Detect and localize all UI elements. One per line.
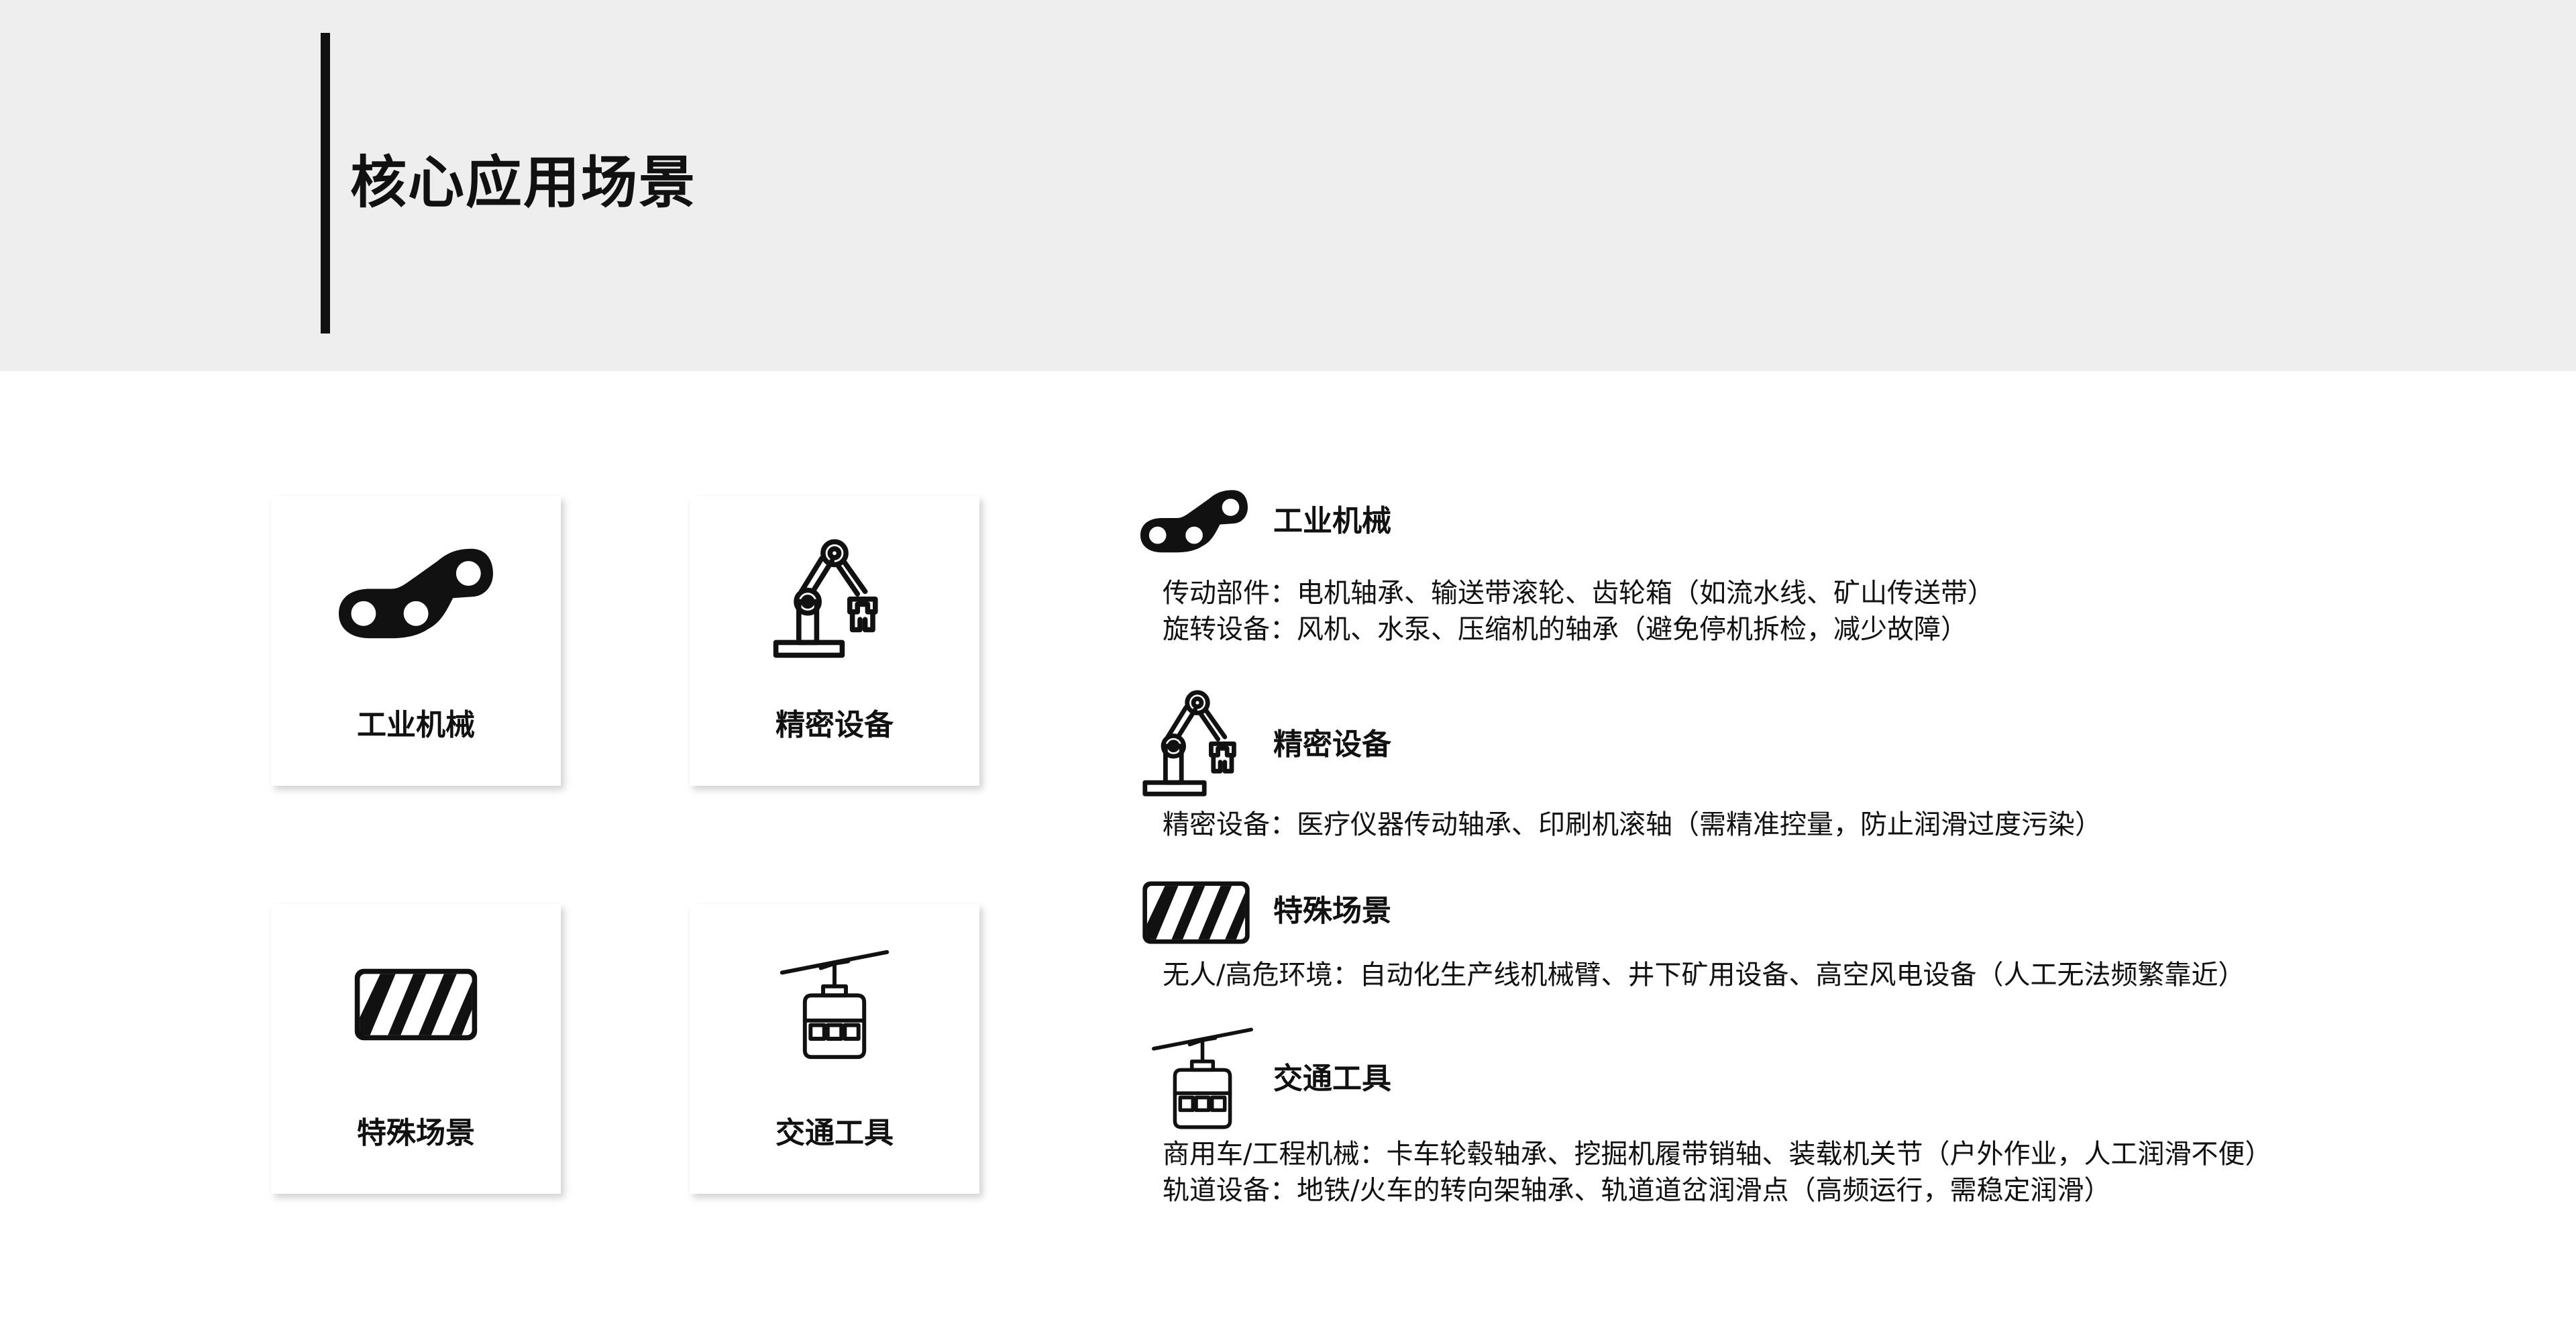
slide: 核心应用场景 工业机械 精密设备 特殊场景 交通工具 工业机械 传动部件：电机轴…	[0, 0, 2576, 1328]
scenario-description: 精密设备：医疗仪器传动轴承、印刷机滚轴（需精准控量，防止润滑过度污染）	[1163, 807, 2102, 843]
card-industrial-machinery: 工业机械	[271, 496, 561, 786]
description-line: 旋转设备：风机、水泵、压缩机的轴承（避免停机拆检，减少故障）	[1163, 614, 1968, 645]
cable-car-icon	[690, 937, 979, 1072]
scenario-description: 传动部件：电机轴承、输送带滚轮、齿轮箱（如流水线、矿山传送带） 旋转设备：风机、…	[1163, 575, 1994, 648]
cable-car-icon	[1147, 1025, 1258, 1134]
card-special-scenarios: 特殊场景	[271, 904, 561, 1194]
scenario-title: 交通工具	[1273, 1062, 1391, 1096]
page-title: 核心应用场景	[350, 150, 697, 215]
header-accent-bar	[321, 33, 330, 334]
robot-arm-icon	[690, 529, 979, 664]
card-label: 交通工具	[775, 1116, 894, 1150]
card-precision-equipment: 精密设备	[690, 496, 979, 786]
scenario-title: 特殊场景	[1273, 894, 1391, 928]
description-line: 商用车/工程机械：卡车轮毂轴承、挖掘机履带销轴、装载机关节（户外作业，人工润滑不…	[1163, 1139, 2272, 1170]
chain-link-icon	[271, 529, 561, 664]
scenario-description: 无人/高危环境：自动化生产线机械臂、井下矿用设备、高空风电设备（人工无法频繁靠近…	[1163, 957, 2245, 993]
card-transportation: 交通工具	[690, 904, 979, 1194]
scenario-title: 精密设备	[1273, 727, 1391, 762]
card-label: 特殊场景	[357, 1116, 475, 1150]
scenario-description: 商用车/工程机械：卡车轮毂轴承、挖掘机履带销轴、装载机关节（户外作业，人工润滑不…	[1163, 1136, 2271, 1209]
description-line: 轨道设备：地铁/火车的转向架轴承、轨道道岔润滑点（高频运行，需稳定润滑）	[1163, 1175, 2111, 1206]
description-line: 无人/高危环境：自动化生产线机械臂、井下矿用设备、高空风电设备（人工无法频繁靠近…	[1163, 960, 2245, 990]
description-line: 精密设备：医疗仪器传动轴承、印刷机滚轴（需精准控量，防止润滑过度污染）	[1163, 809, 2102, 840]
header-band: 核心应用场景	[0, 0, 2576, 371]
card-label: 工业机械	[357, 708, 475, 742]
hazard-stripes-icon	[1140, 878, 1252, 950]
description-line: 传动部件：电机轴承、输送带滚轮、齿轮箱（如流水线、矿山传送带）	[1163, 578, 1994, 609]
robot-arm-icon	[1140, 684, 1254, 801]
scenario-title: 工业机械	[1273, 504, 1391, 538]
chain-link-icon	[1140, 480, 1248, 570]
card-label: 精密设备	[775, 708, 894, 742]
hazard-stripes-icon	[271, 937, 561, 1072]
